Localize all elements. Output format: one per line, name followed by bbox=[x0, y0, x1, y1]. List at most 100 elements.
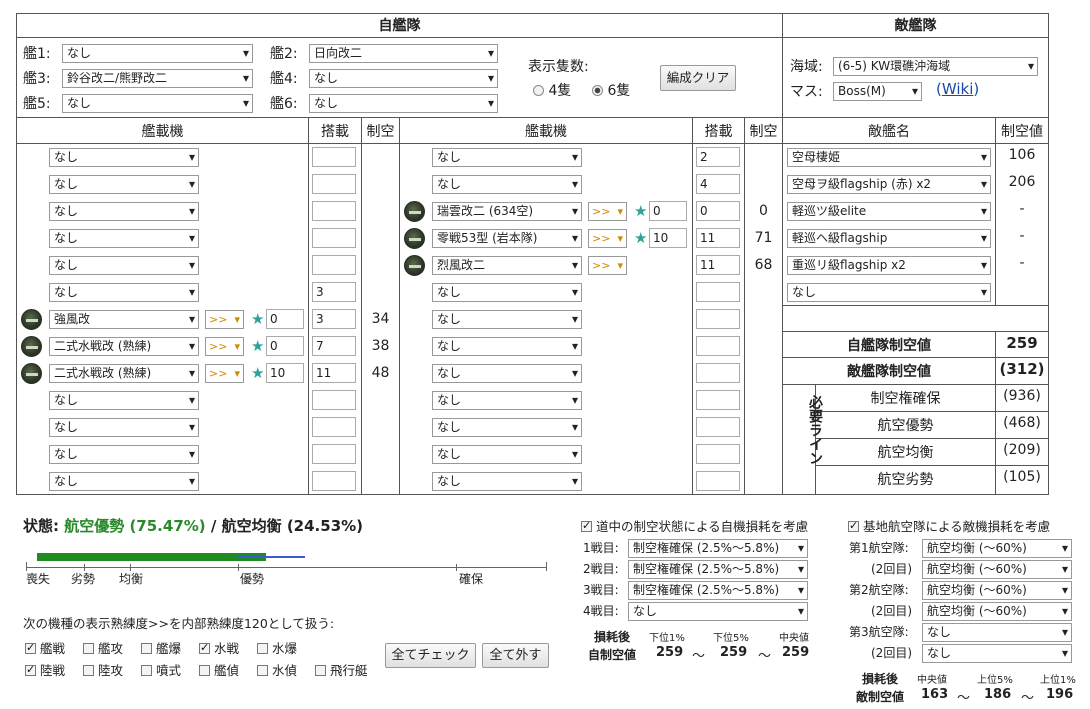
equip-select[interactable]: なし bbox=[432, 391, 582, 410]
mass-select[interactable]: Boss(M) bbox=[833, 82, 922, 101]
proficiency-checkbox[interactable]: 艦攻 bbox=[83, 638, 123, 657]
slot-input[interactable] bbox=[696, 444, 740, 464]
enemy-select[interactable]: 空母ヲ級flagship (赤) x2 bbox=[787, 175, 991, 194]
slot-input[interactable] bbox=[312, 174, 356, 194]
proficiency-checkbox[interactable]: 艦偵 bbox=[199, 660, 239, 679]
slot-input[interactable] bbox=[696, 363, 740, 383]
equip-select[interactable]: 零戦53型 (岩本隊) bbox=[432, 229, 582, 248]
equip-select[interactable]: なし bbox=[432, 175, 582, 194]
proficiency-select[interactable]: >> bbox=[205, 364, 244, 383]
improvement-input[interactable]: 10 bbox=[266, 363, 304, 383]
proficiency-checkbox[interactable]: 水偵 bbox=[257, 660, 297, 679]
ship3-select[interactable]: 鈴谷改二/熊野改二 bbox=[62, 69, 253, 88]
slot-input[interactable]: 7 bbox=[312, 336, 356, 356]
slot-input[interactable]: 4 bbox=[696, 174, 740, 194]
ship2-select[interactable]: 日向改二 bbox=[309, 44, 498, 63]
equip-select[interactable]: 二式水戦改 (熟練) bbox=[49, 337, 199, 356]
equip-select[interactable]: なし bbox=[49, 148, 199, 167]
ship5-select[interactable]: なし bbox=[62, 94, 253, 113]
base-row-select[interactable]: なし bbox=[922, 623, 1072, 642]
proficiency-checkbox[interactable]: 飛行艇 bbox=[315, 660, 368, 679]
base-row-select[interactable]: なし bbox=[922, 644, 1072, 663]
equip-select[interactable]: なし bbox=[432, 148, 582, 167]
equip-select[interactable]: なし bbox=[49, 229, 199, 248]
proficiency-select[interactable]: >> bbox=[588, 202, 627, 221]
slot-input[interactable] bbox=[696, 390, 740, 410]
uncheck-all-button[interactable]: 全て外す bbox=[482, 643, 549, 668]
battle-loss-checkbox[interactable]: 道中の制空状態による自機損耗を考慮 bbox=[581, 516, 808, 535]
equip-select[interactable]: なし bbox=[49, 283, 199, 302]
equip-select[interactable]: なし bbox=[49, 391, 199, 410]
proficiency-select[interactable]: >> bbox=[588, 229, 627, 248]
equip-select[interactable]: なし bbox=[432, 364, 582, 383]
proficiency-checkbox[interactable]: 水爆 bbox=[257, 638, 297, 657]
improvement-input[interactable]: 0 bbox=[266, 309, 304, 329]
ship1-select[interactable]: なし bbox=[62, 44, 253, 63]
slot-input[interactable] bbox=[312, 228, 356, 248]
proficiency-checkbox[interactable]: 艦戦 bbox=[25, 638, 65, 657]
slot-input[interactable] bbox=[312, 417, 356, 437]
equip-select[interactable]: 二式水戦改 (熟練) bbox=[49, 364, 199, 383]
equip-select[interactable]: 烈風改二 bbox=[432, 256, 582, 275]
base-loss-checkbox[interactable]: 基地航空隊による敵機損耗を考慮 bbox=[848, 516, 1050, 535]
proficiency-checkbox[interactable]: 水戦 bbox=[199, 638, 239, 657]
slot-input[interactable] bbox=[312, 147, 356, 167]
slot-input[interactable] bbox=[696, 282, 740, 302]
ship6-select[interactable]: なし bbox=[309, 94, 498, 113]
base-row-select[interactable]: 航空均衡 (～60%) bbox=[922, 560, 1072, 579]
equip-select[interactable]: なし bbox=[432, 472, 582, 491]
improvement-input[interactable]: 0 bbox=[266, 336, 304, 356]
equip-select[interactable]: なし bbox=[432, 283, 582, 302]
proficiency-checkbox[interactable]: 噴式 bbox=[141, 660, 181, 679]
slot-input[interactable] bbox=[696, 309, 740, 329]
equip-select[interactable]: なし bbox=[49, 472, 199, 491]
slot-input[interactable]: 3 bbox=[312, 282, 356, 302]
base-row-select[interactable]: 航空均衡 (～60%) bbox=[922, 581, 1072, 600]
wiki-link[interactable]: Wiki bbox=[942, 80, 974, 98]
enemy-select[interactable]: 重巡リ級flagship x2 bbox=[787, 256, 991, 275]
enemy-select[interactable]: 軽巡ヘ級flagship bbox=[787, 229, 991, 248]
battle-row-select[interactable]: 制空権確保 (2.5%～5.8%) bbox=[628, 539, 808, 558]
slot-input[interactable] bbox=[696, 336, 740, 356]
equip-select[interactable]: なし bbox=[432, 445, 582, 464]
equip-select[interactable]: 強風改 bbox=[49, 310, 199, 329]
equip-select[interactable]: 瑞雲改二 (634空) bbox=[432, 202, 582, 221]
slot-input[interactable]: 11 bbox=[312, 363, 356, 383]
radio-4-option[interactable]: 4隻 bbox=[533, 80, 571, 100]
improvement-input[interactable]: 10 bbox=[649, 228, 687, 248]
slot-input[interactable] bbox=[312, 471, 356, 491]
proficiency-checkbox[interactable]: 陸戦 bbox=[25, 660, 65, 679]
base-row-select[interactable]: 航空均衡 (～60%) bbox=[922, 539, 1072, 558]
ship4-select[interactable]: なし bbox=[309, 69, 498, 88]
sea-select[interactable]: (6-5) KW環礁沖海域 bbox=[833, 57, 1038, 76]
slot-input[interactable] bbox=[696, 471, 740, 491]
enemy-select[interactable]: 軽巡ツ級elite bbox=[787, 202, 991, 221]
proficiency-select[interactable]: >> bbox=[588, 256, 627, 275]
battle-row-select[interactable]: 制空権確保 (2.5%～5.8%) bbox=[628, 581, 808, 600]
slot-input[interactable]: 11 bbox=[696, 228, 740, 248]
slot-input[interactable]: 3 bbox=[312, 309, 356, 329]
equip-select[interactable]: なし bbox=[432, 310, 582, 329]
equip-select[interactable]: なし bbox=[432, 337, 582, 356]
slot-input[interactable] bbox=[312, 201, 356, 221]
battle-row-select[interactable]: 制空権確保 (2.5%～5.8%) bbox=[628, 560, 808, 579]
proficiency-select[interactable]: >> bbox=[205, 337, 244, 356]
enemy-select[interactable]: なし bbox=[787, 283, 991, 302]
improvement-input[interactable]: 0 bbox=[649, 201, 687, 221]
battle-row-select[interactable]: なし bbox=[628, 602, 808, 621]
clear-fleet-button[interactable]: 編成クリア bbox=[660, 65, 736, 91]
radio-6-option[interactable]: 6隻 bbox=[592, 80, 630, 100]
equip-select[interactable]: なし bbox=[49, 418, 199, 437]
slot-input[interactable] bbox=[696, 417, 740, 437]
equip-select[interactable]: なし bbox=[432, 418, 582, 437]
proficiency-checkbox[interactable]: 陸攻 bbox=[83, 660, 123, 679]
proficiency-checkbox[interactable]: 艦爆 bbox=[141, 638, 181, 657]
enemy-select[interactable]: 空母棲姫 bbox=[787, 148, 991, 167]
slot-input[interactable] bbox=[312, 255, 356, 275]
slot-input[interactable]: 2 bbox=[696, 147, 740, 167]
check-all-button[interactable]: 全てチェック bbox=[385, 643, 476, 668]
slot-input[interactable]: 0 bbox=[696, 201, 740, 221]
equip-select[interactable]: なし bbox=[49, 202, 199, 221]
equip-select[interactable]: なし bbox=[49, 256, 199, 275]
proficiency-select[interactable]: >> bbox=[205, 310, 244, 329]
